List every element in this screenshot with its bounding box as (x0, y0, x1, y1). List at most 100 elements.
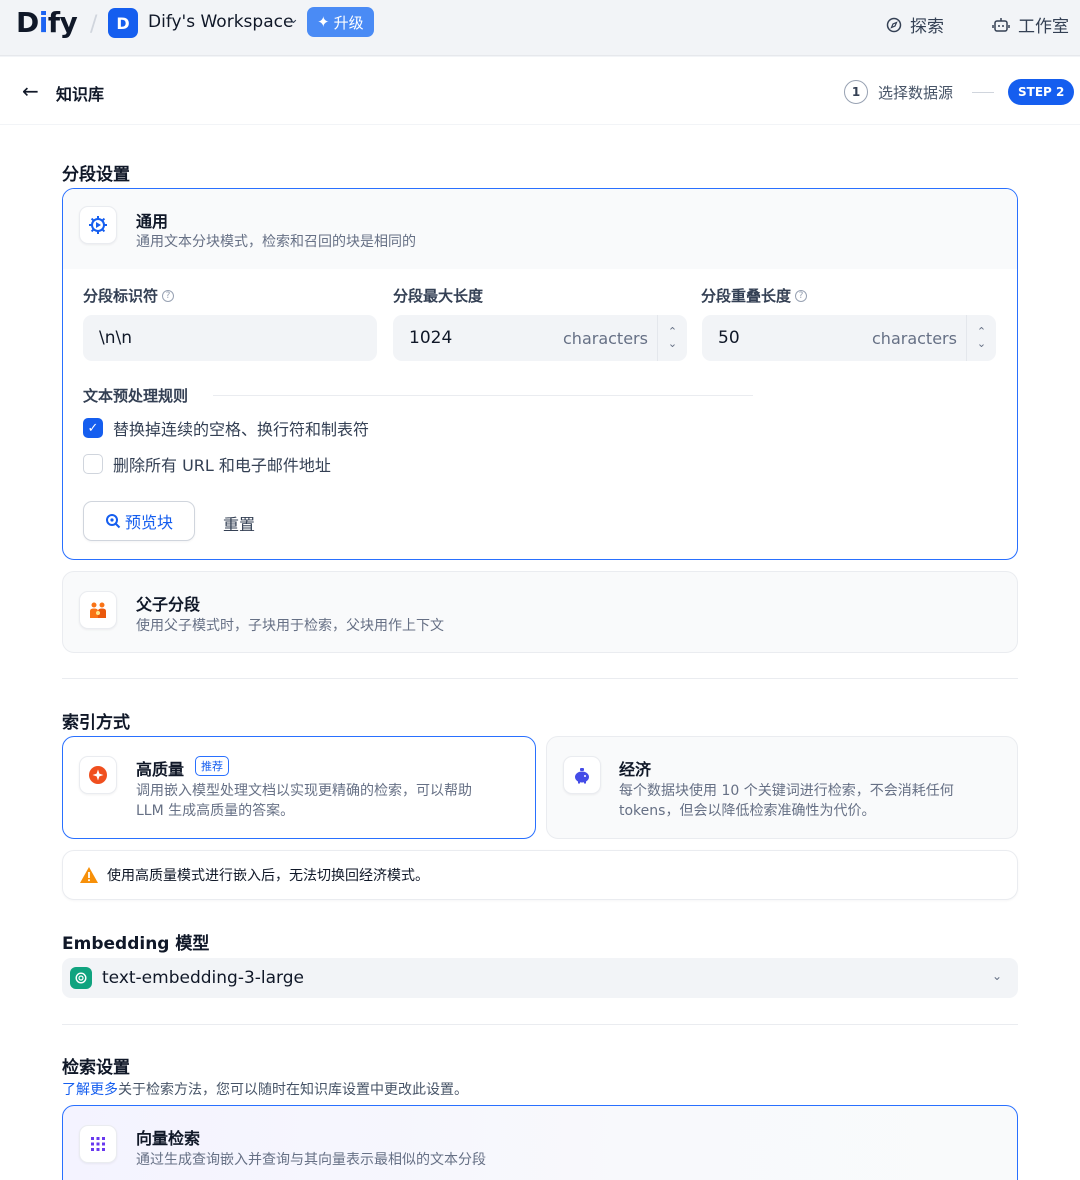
learn-more-link[interactable]: 了解更多 (62, 1082, 118, 1098)
high-quality-icon (79, 756, 117, 794)
grid-icon (91, 1137, 105, 1151)
high-quality-desc-1: 调用嵌入模型处理文档以实现更精确的检索，可以帮助 (136, 783, 472, 799)
page-header: ← 知识库 1 选择数据源 STEP 2 (0, 57, 1080, 125)
retrieval-subtitle: 了解更多关于检索方法，您可以随时在知识库设置中更改此设置。 (62, 1079, 468, 1099)
preview-chunk-button[interactable]: 预览块 (83, 501, 195, 541)
rules-divider (213, 395, 753, 396)
step1-label: 选择数据源 (878, 84, 954, 102)
step1-indicator: 1 (844, 80, 868, 104)
warning-icon (80, 867, 98, 883)
max-length-label-text: 分段最大长度 (393, 287, 484, 305)
general-chunk-card[interactable]: 通用 通用文本分块模式，检索和召回的块是相同的 分段标识符 ? 分段最大长度 分… (62, 188, 1018, 560)
parent-child-icon (79, 591, 117, 629)
embedding-model-title: Embedding 模型 (62, 934, 210, 954)
max-length-value: 1024 (409, 328, 453, 348)
reset-button[interactable]: 重置 (223, 511, 255, 535)
max-length-label: 分段最大长度 (393, 285, 483, 306)
parent-child-title: 父子分段 (136, 595, 201, 614)
high-quality-card[interactable]: 高质量 推荐 调用嵌入模型处理文档以实现更精确的检索，可以帮助 LLM 生成高质… (62, 736, 536, 839)
general-mode-icon (79, 206, 117, 244)
workspace-avatar[interactable]: D (108, 8, 138, 38)
delimiter-value: \n\n (99, 328, 133, 348)
rule1-label: 替换掉连续的空格、换行符和制表符 (113, 420, 370, 439)
upgrade-button[interactable]: ✦ 升级 (307, 7, 374, 37)
step2-badge: STEP 2 (1008, 79, 1075, 105)
parent-child-chunk-card[interactable]: 父子分段 使用父子模式时，子块用于检索，父块用作上下文 (62, 571, 1018, 653)
overlap-label: 分段重叠长度 ? (701, 285, 808, 306)
economy-title: 经济 (619, 760, 652, 779)
chevron-down-icon[interactable]: ⌄ (977, 338, 986, 350)
gear-icon (89, 216, 107, 234)
vector-search-icon (79, 1125, 117, 1163)
piggy-bank-icon (575, 768, 589, 784)
rule2-label: 删除所有 URL 和电子邮件地址 (113, 456, 331, 475)
back-arrow-icon[interactable]: ← (22, 79, 39, 103)
chevron-down-icon[interactable]: ⌄ (288, 12, 299, 27)
index-warning: 使用高质量模式进行嵌入后，无法切换回经济模式。 (62, 850, 1018, 900)
delimiter-label-text: 分段标识符 (83, 287, 159, 305)
number-stepper[interactable]: ⌃ ⌄ (966, 315, 996, 361)
parent-child-desc: 使用父子模式时，子块用于检索，父块用作上下文 (136, 618, 444, 634)
help-icon[interactable]: ? (795, 289, 808, 302)
chevron-down-icon[interactable]: ⌄ (668, 338, 677, 350)
high-quality-desc-2: LLM 生成高质量的答案。 (136, 803, 295, 819)
nav-explore-label: 探索 (910, 17, 944, 37)
retrieval-settings-title: 检索设置 (62, 1058, 130, 1078)
vector-search-desc: 通过生成查询嵌入并查询与其向量表示最相似的文本分段 (136, 1152, 486, 1168)
rule-remove-urls[interactable]: 删除所有 URL 和电子邮件地址 (83, 452, 331, 476)
embedding-model-select[interactable]: text-embedding-3-large ⌄ (62, 958, 1018, 998)
breadcrumb-separator: / (90, 12, 98, 37)
chunk-settings-title: 分段设置 (62, 165, 130, 185)
chevron-down-icon[interactable]: ⌄ (992, 969, 1002, 983)
index-method-title: 索引方式 (62, 713, 130, 733)
overlap-value: 50 (718, 328, 740, 348)
compass-icon (886, 17, 902, 32)
nav-studio-label: 工作室 (1018, 17, 1069, 37)
rule-replace-spaces[interactable]: ✓ 替换掉连续的空格、换行符和制表符 (83, 416, 369, 440)
vector-search-card[interactable]: 向量检索 通过生成查询嵌入并查询与其向量表示最相似的文本分段 (62, 1105, 1018, 1180)
unit-label: characters (872, 329, 957, 348)
unit-label: characters (563, 329, 648, 348)
overlap-input[interactable]: 50 characters ⌃ ⌄ (702, 315, 996, 361)
robot-icon (992, 17, 1010, 32)
checkbox-checked[interactable]: ✓ (83, 418, 103, 438)
page-title: 知识库 (56, 85, 105, 104)
vector-search-title: 向量检索 (136, 1129, 201, 1148)
warning-text: 使用高质量模式进行嵌入后，无法切换回经济模式。 (107, 868, 429, 884)
main-panel: ← 知识库 1 选择数据源 STEP 2 分段设置 通用 通用文本分块模式，检索… (0, 57, 1080, 1180)
search-icon (105, 514, 121, 529)
general-card-header (63, 189, 1017, 269)
dify-logo[interactable]: Dify (16, 6, 78, 39)
economy-icon (563, 756, 601, 794)
nav-explore[interactable]: 探索 (886, 12, 944, 37)
checkbox-unchecked[interactable] (83, 454, 103, 474)
general-desc: 通用文本分块模式，检索和召回的块是相同的 (136, 234, 416, 250)
preview-label: 预览块 (124, 513, 173, 532)
help-icon[interactable]: ? (162, 289, 175, 302)
retrieval-subtitle-text: 关于检索方法，您可以随时在知识库设置中更改此设置。 (118, 1082, 468, 1098)
economy-desc-2: tokens，但会以降低检索准确性为代价。 (619, 803, 876, 819)
economy-desc-1: 每个数据块使用 10 个关键词进行检索，不会消耗任何 (619, 783, 954, 799)
workspace-name[interactable]: Dify's Workspace (148, 12, 293, 32)
general-title: 通用 (136, 212, 169, 231)
delimiter-label: 分段标识符 ? (83, 285, 175, 306)
delimiter-input[interactable]: \n\n (83, 315, 377, 361)
star-badge-icon (89, 766, 107, 784)
high-quality-title: 高质量 (136, 760, 185, 779)
section-divider (62, 1024, 1018, 1025)
family-icon (90, 602, 106, 618)
recommended-badge: 推荐 (195, 756, 229, 776)
step-connector (972, 92, 994, 93)
section-divider (62, 678, 1018, 679)
top-navbar: Dify / D Dify's Workspace ⌄ ✦ 升级 探索 工作室 (0, 0, 1080, 56)
number-stepper[interactable]: ⌃ ⌄ (657, 315, 687, 361)
preprocess-rules-title: 文本预处理规则 (83, 387, 189, 405)
economy-card[interactable]: 经济 每个数据块使用 10 个关键词进行检索，不会消耗任何 tokens，但会以… (546, 736, 1018, 839)
model-name: text-embedding-3-large (102, 968, 304, 988)
max-length-input[interactable]: 1024 characters ⌃ ⌄ (393, 315, 687, 361)
overlap-label-text: 分段重叠长度 (701, 287, 792, 305)
upgrade-label: 升级 (333, 13, 364, 32)
sparkle-icon: ✦ (317, 13, 330, 31)
nav-studio[interactable]: 工作室 (992, 12, 1069, 37)
openai-icon (70, 967, 92, 989)
